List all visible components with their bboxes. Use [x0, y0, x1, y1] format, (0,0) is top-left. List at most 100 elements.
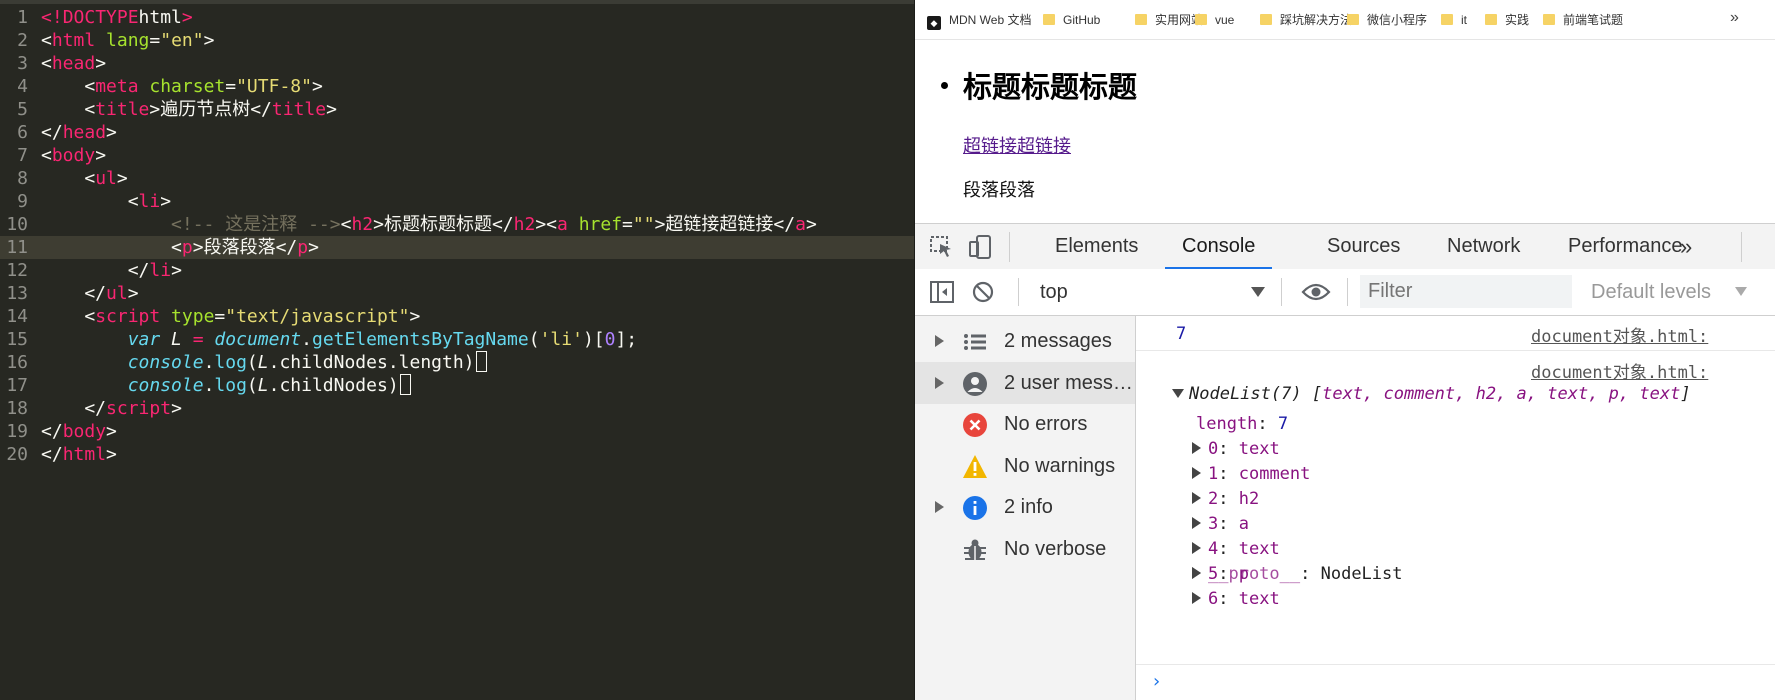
code-line[interactable]: 12 </li> [0, 259, 915, 282]
code-token: "" [632, 214, 655, 235]
code-line[interactable]: 9 <li> [0, 190, 915, 213]
nodelist-child[interactable]: 1: comment [1192, 463, 1310, 485]
code-line[interactable]: 16 console.log(L.childNodes.length) [0, 351, 915, 374]
bookmark-item[interactable]: GitHub [1043, 12, 1100, 28]
code-text: </ul> [41, 282, 138, 305]
code-line[interactable]: 5 <title>遍历节点树</title> [0, 98, 915, 121]
nodelist-items: text, comment, h2, a, text, p, text [1322, 384, 1681, 404]
code-line[interactable]: 8 <ul> [0, 167, 915, 190]
code-token: > [805, 214, 817, 235]
code-line[interactable]: 4 <meta charset="UTF-8"> [0, 75, 915, 98]
code-line[interactable]: 14 <script type="text/javascript"> [0, 305, 915, 328]
filter-input[interactable] [1360, 275, 1572, 308]
child-index: 0 [1208, 439, 1219, 459]
folder-icon [1260, 14, 1272, 25]
code-line[interactable]: 20 </html> [0, 443, 915, 466]
code-line[interactable]: 19 </body> [0, 420, 915, 443]
code-line[interactable]: 2 <html lang="en"> [0, 29, 915, 52]
nodelist-child[interactable]: 0: text [1192, 438, 1280, 460]
sidebar-item[interactable]: No verbose [915, 528, 1135, 570]
eye-icon[interactable] [1301, 282, 1331, 302]
code-token: </ [41, 444, 63, 465]
code-token: = [181, 329, 204, 350]
expand-triangle-icon[interactable] [1192, 467, 1201, 479]
expand-triangle-icon[interactable] [1172, 389, 1184, 398]
code-token: 'li' [539, 329, 583, 350]
folder-icon [1043, 14, 1055, 25]
sidebar-item[interactable]: 2 info [915, 486, 1135, 528]
code-token: > [171, 260, 182, 281]
chevron-down-icon[interactable] [1251, 287, 1265, 297]
code-line[interactable]: 10 <!-- 这是注释 --><h2>标题标题标题</h2><a href="… [0, 213, 915, 236]
console-prompt-row[interactable]: › [1136, 664, 1775, 700]
code-area[interactable]: 1 <!DOCTYPEhtml> 2 <html lang="en"> 3 <head> 4… [0, 6, 915, 466]
bookmark-item[interactable]: vue [1195, 12, 1234, 28]
tab-sources[interactable]: Sources [1327, 224, 1400, 269]
toolbar-separator [1281, 278, 1282, 306]
code-line[interactable]: 18 </script> [0, 397, 915, 420]
tab-performance[interactable]: Performance [1568, 224, 1683, 269]
bookmark-item[interactable]: ◆ MDN Web 文档 [927, 12, 1031, 30]
source-link[interactable]: document对象.html: [1531, 358, 1708, 383]
sidebar-item[interactable]: No warnings [915, 445, 1135, 487]
nodelist-child[interactable]: 6: text [1192, 588, 1280, 610]
expand-triangle-icon[interactable] [935, 335, 944, 347]
code-line[interactable]: 11 <p>段落段落</p> [0, 236, 915, 259]
code-line[interactable]: 6 </head> [0, 121, 915, 144]
expand-triangle-icon[interactable] [935, 501, 944, 513]
tab-console[interactable]: Console [1164, 224, 1273, 270]
bookmarks-more-button[interactable]: » [1730, 9, 1739, 27]
bookmark-item[interactable]: 实践 [1485, 12, 1529, 28]
code-token: "en" [160, 30, 204, 51]
bookmark-item[interactable]: 踩坑解决方法 [1260, 12, 1352, 28]
code-text: <!-- 这是注释 --><h2>标题标题标题</h2><a href="">超… [41, 213, 817, 236]
sidebar-item[interactable]: No errors [915, 403, 1135, 445]
code-editor[interactable]: 1 <!DOCTYPEhtml> 2 <html lang="en"> 3 <head> 4… [0, 0, 915, 700]
page-link[interactable]: 超链接超链接 [963, 132, 1071, 158]
bookmark-item[interactable]: it [1441, 12, 1467, 28]
expand-triangle-icon[interactable] [1192, 542, 1201, 554]
sidebar-item[interactable]: 2 user mess… [915, 361, 1135, 404]
inspect-element-icon[interactable] [929, 235, 955, 259]
context-selector[interactable]: top [1040, 269, 1068, 315]
sidebar-item[interactable]: 2 messages [915, 320, 1135, 362]
nodelist-child[interactable]: 4: text [1192, 538, 1280, 560]
nodelist-child[interactable]: 3: a [1192, 513, 1249, 535]
length-property: length: 7 [1196, 414, 1289, 434]
expand-triangle-icon[interactable] [935, 376, 944, 389]
code-line[interactable]: 17 console.log(L.childNodes) [0, 374, 915, 397]
bookmark-item[interactable]: 微信小程序 [1347, 12, 1427, 28]
more-tabs-button[interactable]: » [1680, 224, 1692, 269]
folder-icon [1485, 14, 1497, 25]
code-token: title [95, 99, 150, 120]
clear-console-icon[interactable] [971, 280, 995, 304]
tab-network[interactable]: Network [1447, 224, 1520, 269]
proto-property[interactable]: __proto__: NodeList [1192, 563, 1403, 585]
log-levels-dropdown[interactable]: Default levels [1591, 269, 1711, 315]
expand-triangle-icon[interactable] [1192, 517, 1201, 529]
bookmark-item[interactable]: 前端笔试题 [1543, 12, 1623, 28]
tab-elements[interactable]: Elements [1055, 224, 1138, 269]
text-cursor-box [475, 351, 487, 372]
code-token: >段落段落</ [192, 237, 298, 258]
code-line[interactable]: 7 <body> [0, 144, 915, 167]
code-line[interactable]: 13 </ul> [0, 282, 915, 305]
chevron-down-icon[interactable] [1735, 287, 1747, 296]
expand-triangle-icon[interactable] [1192, 442, 1201, 454]
expand-triangle-icon[interactable] [1192, 492, 1201, 504]
source-link[interactable]: document对象.html: [1531, 322, 1708, 347]
code-line[interactable]: 3 <head> [0, 52, 915, 75]
code-text: <meta charset="UTF-8"> [41, 75, 322, 98]
code-line[interactable]: 15 var L = document.getElementsByTagName… [0, 328, 915, 351]
expand-triangle-icon[interactable] [1192, 567, 1201, 579]
nodelist-summary[interactable]: NodeList(7) [text, comment, h2, a, text,… [1172, 384, 1691, 404]
expand-triangle-icon[interactable] [1192, 592, 1201, 604]
sidebar-toggle-icon[interactable] [929, 280, 955, 304]
nodelist-child[interactable]: 2: h2 [1192, 488, 1259, 510]
bookmark-item[interactable]: 实用网站 [1135, 12, 1203, 28]
code-token: html [51, 30, 96, 51]
device-toolbar-icon[interactable] [968, 235, 994, 259]
bookmark-label: 微信小程序 [1367, 13, 1428, 27]
code-token: console [127, 375, 204, 396]
code-line[interactable]: 1 <!DOCTYPEhtml> [0, 6, 915, 29]
